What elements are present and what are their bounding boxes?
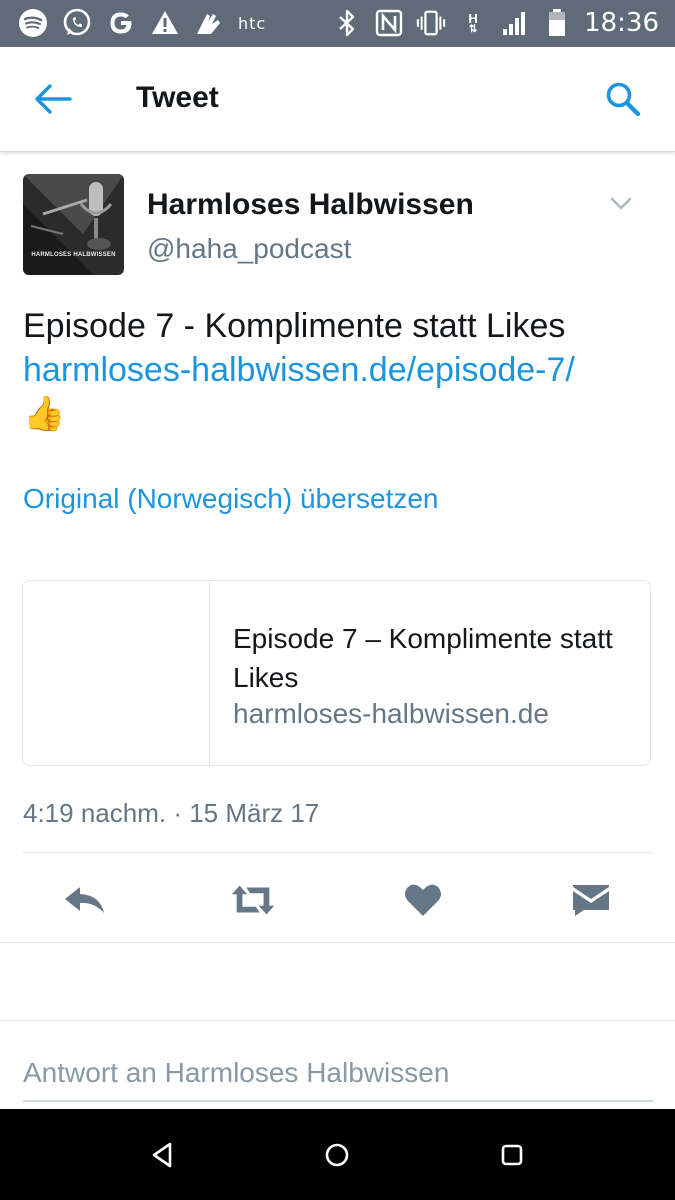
- nav-recents-button[interactable]: [492, 1135, 532, 1175]
- hands-icon: [194, 8, 224, 38]
- status-bar-system: H ⇅ 18:36: [332, 8, 659, 38]
- triangle-back-icon: [152, 1142, 172, 1168]
- status-bar: htc H ⇅ 18:36: [0, 0, 675, 47]
- google-icon: [106, 8, 136, 38]
- back-button[interactable]: [30, 81, 76, 117]
- clock: 18:36: [584, 8, 659, 38]
- divider: [0, 1020, 675, 1021]
- heart-icon: [405, 884, 441, 916]
- direct-message-button[interactable]: [566, 878, 616, 922]
- link-card[interactable]: Episode 7 – Komplimente statt Likes harm…: [22, 580, 651, 766]
- search-button[interactable]: [603, 79, 643, 119]
- system-nav-bar: [0, 1109, 675, 1200]
- retweet-button[interactable]: [228, 878, 278, 922]
- tweet-link[interactable]: harmloses-halbwissen.de/episode-7/: [23, 348, 663, 392]
- card-domain: harmloses-halbwissen.de: [233, 698, 549, 729]
- translate-link[interactable]: Original (Norwegisch) übersetzen: [23, 483, 439, 515]
- author-handle[interactable]: @haha_podcast: [147, 233, 351, 265]
- tweet-text: Episode 7 - Komplimente statt Likes harm…: [23, 304, 663, 436]
- avatar[interactable]: HARMLOSES HALBWISSEN: [23, 174, 124, 275]
- search-icon: [606, 82, 641, 117]
- chevron-down-icon: [610, 197, 632, 210]
- retweet-icon: [231, 885, 275, 915]
- network-type-label: H: [468, 10, 478, 26]
- status-bar-notifications: htc: [18, 8, 266, 38]
- bluetooth-icon: [332, 8, 362, 38]
- vibrate-icon: [416, 8, 446, 38]
- nav-home-button[interactable]: [317, 1135, 357, 1175]
- reply-icon: [65, 887, 104, 913]
- card-title: Episode 7 – Komplimente statt Likes: [233, 623, 613, 693]
- nav-back-button[interactable]: [143, 1135, 183, 1175]
- spotify-icon: [18, 8, 48, 38]
- avatar-logo-text: HARMLOSES HALBWISSEN: [31, 252, 116, 258]
- tweet-timestamp: 4:19 nachm. · 15 März 17: [23, 798, 320, 828]
- thumbs-up-emoji: 👍: [23, 395, 66, 433]
- envelope-icon: [573, 885, 609, 916]
- data-arrows-icon: ⇅: [468, 23, 478, 35]
- arrow-left-icon: [35, 84, 72, 114]
- empty-space: [0, 943, 675, 1020]
- tweet-actions: [0, 866, 675, 936]
- warning-icon: [150, 8, 180, 38]
- circle-home-icon: [325, 1143, 349, 1167]
- app-bar: Tweet: [0, 47, 675, 152]
- tweet-menu-button[interactable]: [606, 192, 636, 214]
- reply-input[interactable]: [23, 1046, 653, 1102]
- signal-icon: [500, 8, 530, 38]
- like-button[interactable]: [398, 878, 448, 922]
- square-recents-icon: [501, 1144, 523, 1166]
- whatsapp-icon: [62, 8, 92, 38]
- battery-icon: [542, 8, 572, 38]
- page-title: Tweet: [136, 81, 219, 114]
- tweet-body: Episode 7 - Komplimente statt Likes: [23, 307, 566, 345]
- divider: [23, 852, 653, 853]
- author-name[interactable]: Harmloses Halbwissen: [147, 188, 474, 222]
- carrier-logo: htc: [238, 13, 267, 33]
- card-image-placeholder: [23, 581, 210, 765]
- nfc-icon: [374, 8, 404, 38]
- network-type-indicator: H ⇅: [458, 8, 488, 38]
- reply-button[interactable]: [60, 878, 110, 922]
